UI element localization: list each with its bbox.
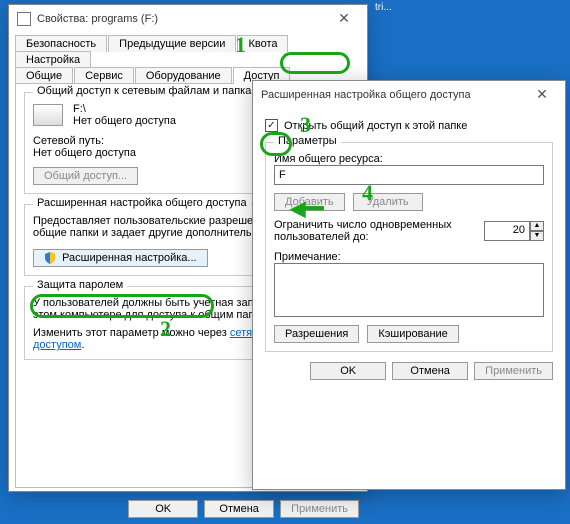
desktop-fragment: tri...: [375, 2, 392, 13]
tab-hardware[interactable]: Оборудование: [135, 67, 232, 84]
note-textarea[interactable]: [274, 263, 544, 317]
caching-button[interactable]: Кэширование: [367, 325, 458, 343]
drive-icon: [33, 104, 63, 126]
permissions-button[interactable]: Разрешения: [274, 325, 359, 343]
dialog-button-row: OK Отмена Применить: [9, 494, 367, 524]
checkbox-icon: ✓: [265, 119, 278, 132]
tab-general[interactable]: Общие: [15, 67, 73, 84]
note-label: Примечание:: [274, 251, 544, 263]
group-legend: Общий доступ к сетевым файлам и папкам: [33, 85, 263, 97]
window-title: Расширенная настройка общего доступа: [261, 89, 527, 101]
titlebar[interactable]: Свойства: programs (F:) ✕: [9, 5, 367, 33]
checkbox-label: Открыть общий доступ к этой папке: [284, 120, 467, 132]
window-title: Свойства: programs (F:): [37, 13, 329, 25]
shield-icon: [44, 252, 56, 264]
drive-label: F:\: [73, 103, 176, 115]
tab-strip: Безопасность Предыдущие версии Квота Нас…: [9, 33, 367, 83]
tab-quota[interactable]: Квота: [237, 35, 288, 52]
cancel-button[interactable]: Отмена: [392, 362, 468, 380]
apply-button[interactable]: Применить: [280, 500, 359, 518]
ok-button[interactable]: OK: [310, 362, 386, 380]
close-icon[interactable]: ✕: [527, 85, 557, 105]
tab-customize[interactable]: Настройка: [15, 51, 91, 68]
tab-previous-versions[interactable]: Предыдущие версии: [108, 35, 236, 52]
tab-tools[interactable]: Сервис: [74, 67, 134, 84]
titlebar[interactable]: Расширенная настройка общего доступа ✕: [253, 81, 565, 109]
dialog-button-row: OK Отмена Применить: [265, 352, 553, 380]
share-name-label: Имя общего ресурса:: [274, 153, 544, 165]
advanced-settings-label: Расширенная настройка...: [62, 252, 197, 264]
group-legend: Расширенная настройка общего доступа: [33, 197, 251, 209]
spinner-down-icon[interactable]: ▼: [530, 231, 544, 241]
ok-button[interactable]: OK: [128, 500, 198, 518]
advanced-sharing-window: Расширенная настройка общего доступа ✕ ✓…: [252, 80, 566, 490]
remove-button[interactable]: Удалить: [353, 193, 423, 211]
parameters-group: Параметры Имя общего ресурса: Добавить У…: [265, 142, 553, 352]
user-limit-value[interactable]: 20: [484, 221, 530, 241]
spinner-up-icon[interactable]: ▲: [530, 221, 544, 231]
user-limit-label: Ограничить число одновременных пользоват…: [274, 219, 454, 243]
share-folder-checkbox[interactable]: ✓ Открыть общий доступ к этой папке: [265, 119, 553, 132]
group-legend: Параметры: [274, 135, 341, 147]
close-icon[interactable]: ✕: [329, 9, 359, 29]
cancel-button[interactable]: Отмена: [204, 500, 274, 518]
group-legend: Защита паролем: [33, 279, 127, 291]
password-hint: Изменить этот параметр можно через: [33, 327, 227, 339]
share-button[interactable]: Общий доступ...: [33, 167, 138, 185]
advanced-settings-button[interactable]: Расширенная настройка...: [33, 249, 208, 267]
user-limit-spinner[interactable]: 20 ▲▼: [484, 221, 544, 241]
tab-security[interactable]: Безопасность: [15, 35, 107, 52]
add-button[interactable]: Добавить: [274, 193, 345, 211]
share-status: Нет общего доступа: [73, 115, 176, 127]
share-name-input[interactable]: [274, 165, 544, 185]
sys-icon: [17, 12, 31, 26]
apply-button[interactable]: Применить: [474, 362, 553, 380]
